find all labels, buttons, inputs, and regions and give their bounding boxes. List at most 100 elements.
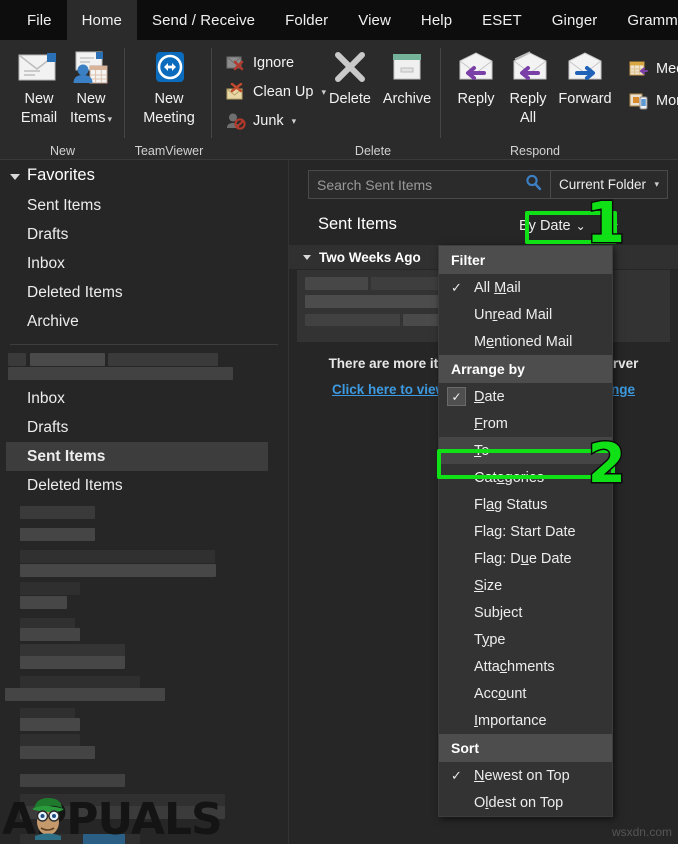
menu-item-unread-mail[interactable]: Unread Mail — [439, 301, 612, 328]
nav-label: Drafts — [27, 225, 69, 243]
menu-item-account[interactable]: Account — [439, 680, 612, 707]
new-meeting-label-2: Meeting — [143, 110, 195, 126]
more-icon — [628, 90, 650, 112]
tab-label: ESET — [482, 11, 522, 29]
tab-label: Send / Receive — [152, 11, 256, 29]
sidebar-item-fav-drafts[interactable]: Drafts — [0, 220, 288, 249]
ignore-icon — [225, 52, 247, 74]
more-button[interactable]: Mor — [628, 90, 678, 112]
menu-item-newest-on-top[interactable]: ✓ Newest on Top — [439, 762, 612, 789]
reply-all-button[interactable]: Reply All — [500, 46, 556, 128]
tab-view[interactable]: View — [343, 0, 406, 40]
ribbon-group-label-teamviewer: TeamViewer — [134, 144, 204, 158]
menu-item-flag-start-date[interactable]: Flag: Start Date — [439, 518, 612, 545]
tab-label: Grammarly — [627, 11, 678, 29]
ribbon-group-delete: Ignore Clean Up ▾ Junk ▾ Delete Archive … — [213, 40, 441, 160]
menu-item-label: Flag: Due Date — [474, 550, 572, 567]
sidebar-item-sent-items[interactable]: Sent Items — [6, 442, 268, 471]
more-label: Mor — [656, 93, 678, 109]
meeting-label: Mee — [656, 61, 678, 77]
sidebar-item-fav-deleted-items[interactable]: Deleted Items — [0, 278, 288, 307]
tab-help[interactable]: Help — [406, 0, 467, 40]
chevron-down-icon: ▾ — [291, 115, 297, 126]
forward-label: Forward — [558, 91, 612, 107]
menu-item-flag-due-date[interactable]: Flag: Due Date — [439, 545, 612, 572]
chevron-down-icon: ▾ — [654, 179, 659, 189]
ribbon: New Email New Items ▾ New New Meeting Te… — [0, 40, 678, 160]
sidebar-item-fav-archive[interactable]: Archive — [0, 307, 288, 336]
page-title: Sent Items — [318, 215, 397, 233]
tab-ginger[interactable]: Ginger — [537, 0, 613, 40]
ribbon-group-label-delete: Delete — [354, 144, 392, 158]
search-icon[interactable] — [525, 174, 542, 196]
menu-item-date[interactable]: ✓ Date — [439, 383, 612, 410]
sidebar-item-fav-inbox[interactable]: Inbox — [0, 249, 288, 278]
menu-item-size[interactable]: Size — [439, 572, 612, 599]
new-meeting-button[interactable]: New Meeting — [136, 46, 202, 128]
tab-send-receive[interactable]: Send / Receive — [137, 0, 270, 40]
group-divider — [124, 48, 125, 138]
tab-label: Help — [420, 11, 453, 29]
menu-item-label: Oldest on Top — [474, 794, 564, 811]
ribbon-group-label-respond: Respond — [509, 144, 561, 158]
nav-label: Deleted Items — [27, 476, 123, 494]
menu-item-label: Unread Mail — [474, 306, 553, 323]
sidebar-item-drafts[interactable]: Drafts — [0, 413, 288, 442]
archive-button[interactable]: Archive — [376, 46, 438, 109]
clean-up-button[interactable]: Clean Up ▾ — [225, 81, 326, 103]
tab-grammarly[interactable]: Grammarly — [612, 0, 678, 40]
junk-button[interactable]: Junk ▾ — [225, 110, 296, 132]
ribbon-tab-bar: File Home Send / Receive Folder View Hel… — [0, 0, 678, 40]
menu-item-type[interactable]: Type — [439, 626, 612, 653]
menu-item-mentioned-mail[interactable]: Mentioned Mail — [439, 328, 612, 355]
menu-item-from[interactable]: From — [439, 410, 612, 437]
search-input[interactable] — [317, 176, 525, 193]
menu-section-header-sort: Sort — [439, 734, 612, 762]
cleanup-icon — [225, 81, 247, 103]
menu-item-label: Importance — [474, 712, 547, 729]
tab-home[interactable]: Home — [66, 0, 137, 40]
search-box[interactable] — [308, 170, 551, 199]
tab-label: View — [358, 11, 391, 29]
archive-icon — [376, 46, 438, 90]
new-meeting-label-1: New — [154, 91, 184, 107]
new-items-button[interactable]: New Items ▾ — [58, 46, 124, 129]
account-name-redacted — [0, 352, 288, 384]
sidebar-item-deleted-items[interactable]: Deleted Items — [0, 471, 288, 500]
ignore-button[interactable]: Ignore — [225, 52, 294, 74]
menu-item-label: Flag: Start Date — [474, 523, 576, 540]
menu-item-subject[interactable]: Subject — [439, 599, 612, 626]
meeting-button[interactable]: Mee — [628, 58, 678, 80]
sidebar-item-inbox[interactable]: Inbox — [0, 384, 288, 413]
favorites-header[interactable]: Favorites — [0, 160, 288, 191]
menu-item-all-mail[interactable]: ✓ All Mail — [439, 274, 612, 301]
triangle-down-icon — [303, 254, 311, 260]
reply-button[interactable]: Reply — [448, 46, 504, 109]
delete-x-icon — [321, 46, 379, 90]
menu-item-importance[interactable]: Importance — [439, 707, 612, 734]
menu-item-oldest-on-top[interactable]: Oldest on Top — [439, 789, 612, 816]
tab-eset[interactable]: ESET — [467, 0, 537, 40]
archive-label: Archive — [382, 91, 432, 107]
menu-item-flag-status[interactable]: Flag Status — [439, 491, 612, 518]
tab-label: Folder — [285, 11, 329, 29]
delete-button[interactable]: Delete — [321, 46, 379, 109]
check-slot: ✓ — [439, 387, 474, 406]
tab-file[interactable]: File — [12, 0, 67, 40]
search-scope-label: Current Folder — [559, 177, 647, 192]
reply-label: Reply — [457, 91, 495, 107]
forward-button[interactable]: Forward — [552, 46, 618, 109]
meeting-icon — [628, 58, 650, 80]
folder-navigation-pane: Favorites Sent Items Drafts Inbox Delete… — [0, 160, 289, 844]
nav-label: Drafts — [27, 418, 69, 436]
ignore-label: Ignore — [253, 55, 295, 71]
menu-item-attachments[interactable]: Attachments — [439, 653, 612, 680]
check-icon: ✓ — [451, 279, 462, 295]
tab-folder[interactable]: Folder — [270, 0, 343, 40]
forward-icon — [552, 46, 618, 90]
menu-item-label: All Mail — [474, 279, 521, 296]
nav-label: Sent Items — [27, 196, 102, 214]
sidebar-item-fav-sent-items[interactable]: Sent Items — [0, 191, 288, 220]
ribbon-group-label-new: New — [49, 144, 75, 158]
nav-divider — [10, 344, 278, 345]
